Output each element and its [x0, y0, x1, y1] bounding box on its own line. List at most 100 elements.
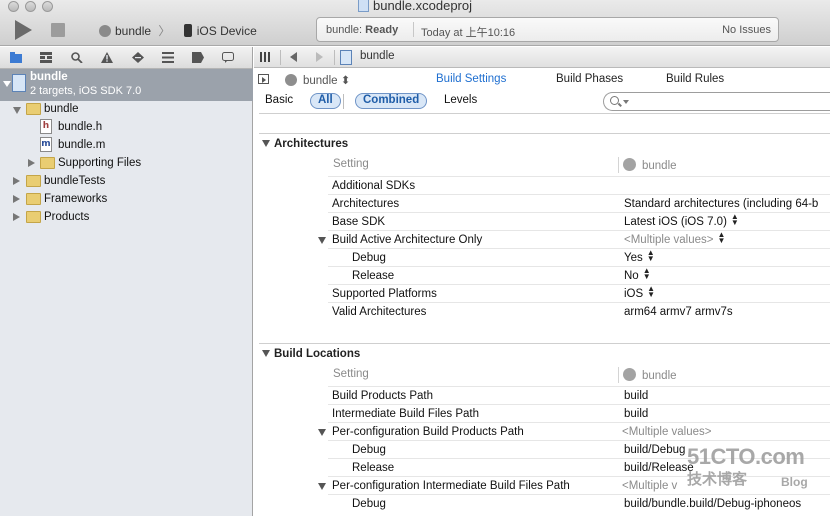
project-name: bundle	[30, 71, 68, 83]
column-divider	[618, 367, 619, 383]
forward-arrow-icon[interactable]	[316, 52, 323, 62]
filter-levels[interactable]: Levels	[444, 94, 477, 106]
breakpoint-navigator-icon[interactable]	[192, 52, 204, 63]
folder-icon	[26, 175, 41, 187]
disclosure-open-icon[interactable]	[13, 107, 21, 114]
tab-build-rules[interactable]: Build Rules	[666, 73, 724, 85]
column-header-setting: Setting	[333, 368, 369, 380]
section-title: Build Locations	[274, 348, 361, 360]
scheme-target-label: bundle	[115, 24, 152, 38]
tree-item-bundle-folder[interactable]: bundle	[0, 100, 253, 118]
debug-navigator-icon[interactable]	[162, 52, 174, 63]
jump-bar: bundle	[254, 47, 830, 68]
setting-row-build-products-path[interactable]: Build Products Path build	[328, 387, 830, 405]
show-targets-list-icon[interactable]	[258, 74, 269, 84]
tree-item-supporting-files[interactable]: Supporting Files	[0, 154, 253, 172]
tree-item-bundletests[interactable]: bundleTests	[0, 172, 253, 190]
setting-row-valid-architectures[interactable]: Valid Architectures arm64 armv7 armv7s	[328, 303, 830, 321]
setting-row-per-config-build-products-path[interactable]: Per-configuration Build Products Path <Mu…	[318, 423, 830, 441]
setting-row-debug[interactable]: Debug build/bundle.build/Debug-iphoneos	[328, 495, 830, 513]
project-subtitle: 2 targets, iOS SDK 7.0	[30, 85, 142, 97]
run-button[interactable]	[15, 20, 32, 40]
stepper-arrows-icon[interactable]: ▲ ▼	[647, 285, 655, 299]
stepper-arrows-icon[interactable]: ▲ ▼	[718, 231, 726, 245]
back-arrow-icon[interactable]	[290, 52, 297, 62]
disclosure-open-icon[interactable]	[318, 237, 326, 244]
stepper-arrows-icon[interactable]: ▲ ▼	[643, 267, 651, 281]
tree-item-label: bundle.m	[58, 139, 106, 151]
tree-item-label: Frameworks	[44, 193, 108, 205]
tab-build-phases[interactable]: Build Phases	[556, 73, 623, 85]
disclosure-closed-icon[interactable]	[13, 213, 20, 221]
disclosure-open-icon[interactable]	[262, 140, 270, 147]
stepper-arrows-icon[interactable]: ▲ ▼	[647, 249, 655, 263]
setting-row-additional-sdks[interactable]: Additional SDKs	[328, 177, 830, 195]
column-header-setting: Setting	[333, 158, 369, 170]
setting-row-supported-platforms[interactable]: Supported Platforms iOS ▲ ▼	[328, 285, 830, 303]
tree-item-bundle-h[interactable]: h bundle.h	[0, 118, 253, 136]
search-navigator-icon[interactable]	[71, 52, 83, 63]
setting-row-architectures[interactable]: Architectures Standard architectures (inc…	[328, 195, 830, 213]
window-title-text: bundle.xcodeproj	[372, 0, 473, 13]
disclosure-open-icon[interactable]	[318, 429, 326, 436]
tree-item-label: Supporting Files	[58, 157, 142, 169]
watermark-line-3: Blog	[781, 475, 808, 489]
target-selector[interactable]: bundle ⬍	[303, 73, 350, 87]
column-header-target: bundle	[623, 158, 677, 176]
issues-indicator[interactable]: No Issues	[722, 24, 771, 36]
folder-icon	[26, 193, 41, 205]
project-row-selected[interactable]: bundle 2 targets, iOS SDK 7.0	[0, 69, 253, 101]
search-icon	[610, 96, 619, 105]
xcodeproj-icon	[357, 0, 369, 12]
xcodeproj-icon	[340, 50, 352, 65]
watermark-line-1: 51CTO.com	[687, 444, 805, 469]
settings-search-input[interactable]	[632, 94, 822, 109]
breadcrumb-project[interactable]: bundle	[360, 50, 395, 62]
disclosure-closed-icon[interactable]	[13, 195, 20, 203]
disclosure-open-icon[interactable]	[318, 483, 326, 490]
folder-icon	[26, 103, 41, 115]
target-icon	[285, 74, 297, 86]
implementation-file-icon: m	[40, 137, 52, 152]
stop-button[interactable]	[51, 23, 65, 37]
related-items-grid-icon[interactable]	[260, 52, 270, 62]
log-navigator-icon[interactable]	[222, 52, 234, 63]
section-divider	[259, 133, 830, 134]
disclosure-closed-icon[interactable]	[28, 159, 35, 167]
tree-item-frameworks[interactable]: Frameworks	[0, 190, 253, 208]
filter-basic[interactable]: Basic	[265, 94, 293, 106]
tab-build-settings[interactable]: Build Settings	[436, 73, 506, 85]
target-icon	[623, 368, 636, 381]
settings-filter-bar: Basic All Combined Levels	[254, 91, 830, 113]
stepper-arrows-icon[interactable]: ▲ ▼	[731, 213, 739, 227]
window-toolbar: bundle.xcodeproj bundle 〉 iOS Device bun…	[0, 0, 830, 46]
filter-combined[interactable]: Combined	[355, 93, 428, 109]
setting-row-debug[interactable]: Debug Yes ▲ ▼	[328, 249, 830, 267]
project-navigator-folder-icon[interactable]	[10, 52, 22, 63]
tree-item-label: bundle	[44, 103, 79, 115]
test-navigator-icon[interactable]	[132, 52, 144, 63]
symbol-navigator-icon[interactable]	[40, 52, 52, 63]
section-header-build-locations[interactable]: Build Locations	[262, 348, 360, 360]
setting-row-base-sdk[interactable]: Base SDK Latest iOS (iOS 7.0) ▲ ▼	[328, 213, 830, 231]
disclosure-open-icon[interactable]	[3, 81, 11, 87]
column-divider	[618, 157, 619, 173]
filter-all[interactable]: All	[310, 93, 341, 109]
tree-item-label: bundleTests	[44, 175, 106, 187]
tree-item-label: Products	[44, 211, 90, 223]
scheme-selector[interactable]: bundle 〉 iOS Device	[99, 22, 257, 39]
issue-navigator-icon[interactable]	[101, 52, 113, 63]
tree-item-products[interactable]: Products	[0, 208, 253, 226]
setting-row-build-active-arch-only[interactable]: Build Active Architecture Only <Multiple …	[318, 231, 830, 249]
disclosure-open-icon[interactable]	[262, 350, 270, 357]
disclosure-closed-icon[interactable]	[13, 177, 20, 185]
setting-row-intermediate-build-files-path[interactable]: Intermediate Build Files Path build	[328, 405, 830, 423]
folder-icon	[40, 157, 55, 169]
jump-bar-divider	[280, 50, 281, 65]
settings-search-field[interactable]	[603, 92, 830, 111]
editor-tab-bar: bundle ⬍ Build Settings Build Phases Bui…	[254, 69, 830, 91]
section-header-architectures[interactable]: Architectures	[262, 138, 348, 150]
search-options-caret-icon[interactable]	[623, 100, 629, 104]
tree-item-bundle-m[interactable]: m bundle.m	[0, 136, 253, 154]
setting-row-release[interactable]: Release No ▲ ▼	[328, 267, 830, 285]
